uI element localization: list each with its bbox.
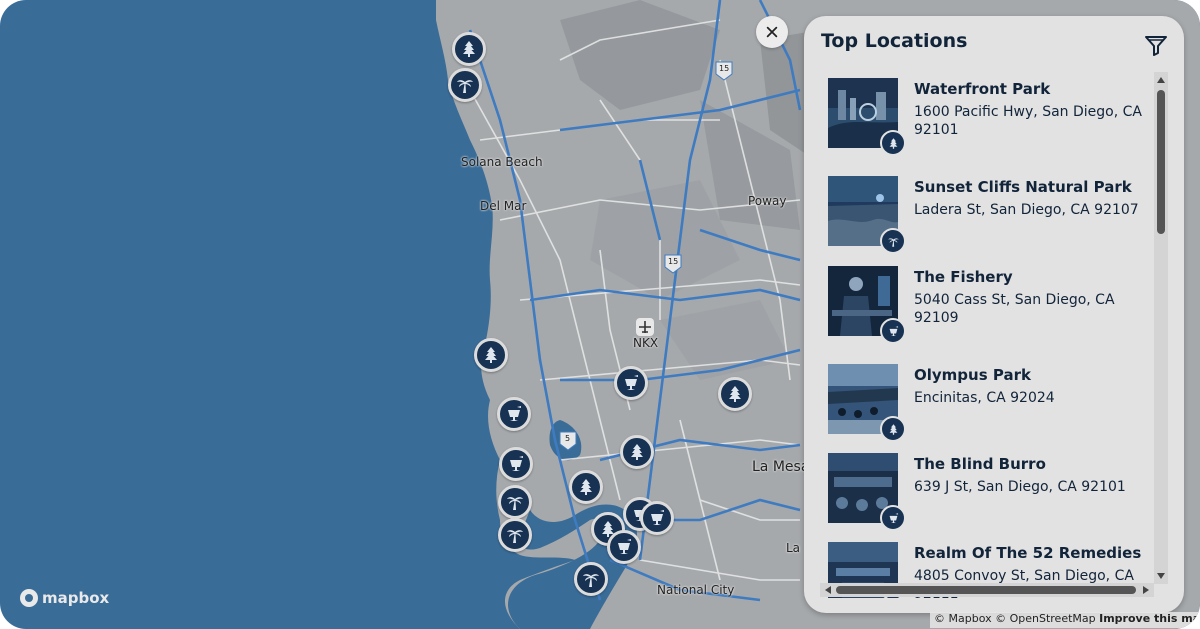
map-label-national-city: National City bbox=[657, 583, 735, 597]
scrollbar-thumb[interactable] bbox=[1157, 90, 1165, 234]
location-name: Waterfront Park bbox=[914, 80, 1051, 98]
location-name: The Blind Burro bbox=[914, 455, 1046, 473]
scrollbar-thumb[interactable] bbox=[836, 586, 1136, 594]
location-item[interactable]: Waterfront Park 1600 Pacific Hwy, San Di… bbox=[820, 74, 1150, 156]
vertical-scrollbar[interactable] bbox=[1154, 72, 1168, 584]
palm-icon bbox=[583, 574, 599, 587]
horizontal-scrollbar[interactable] bbox=[820, 583, 1154, 597]
panel-title: Top Locations bbox=[821, 30, 968, 52]
map-marker-palm[interactable] bbox=[574, 562, 608, 596]
tree-icon bbox=[463, 41, 475, 57]
map-label-la-mesa: La Mesa bbox=[752, 459, 810, 475]
mapbox-logo-icon bbox=[20, 589, 38, 607]
location-address: 639 J St, San Diego, CA 92101 bbox=[914, 479, 1126, 495]
cocktail-icon bbox=[618, 539, 631, 554]
map-marker-cocktail[interactable] bbox=[640, 501, 674, 535]
scroll-left-icon[interactable] bbox=[823, 585, 833, 595]
improve-map-link[interactable]: Improve this ma bbox=[1099, 612, 1200, 625]
map-frame[interactable]: Solana Beach Del Mar Poway NKX La Mesa L… bbox=[0, 0, 1200, 629]
attribution-osm-link[interactable]: © OpenStreetMap bbox=[995, 612, 1096, 625]
filter-button[interactable] bbox=[1143, 32, 1169, 58]
mapbox-logo[interactable]: mapbox bbox=[20, 589, 109, 607]
location-name: The Fishery bbox=[914, 268, 1013, 286]
top-locations-panel: Top Locations Waterfront Park 1600 Pacif… bbox=[804, 16, 1184, 613]
map-attribution: © Mapbox © OpenStreetMap Improve this ma bbox=[930, 612, 1200, 628]
map-label-solana-beach: Solana Beach bbox=[461, 155, 543, 169]
location-address: 5040 Cass St, San Diego, CA 92109 bbox=[914, 292, 1115, 326]
map-marker-tree[interactable] bbox=[620, 435, 654, 469]
palm-icon bbox=[457, 80, 473, 93]
palm-icon bbox=[507, 497, 523, 510]
category-badge bbox=[880, 416, 906, 442]
map-marker-palm[interactable] bbox=[448, 68, 482, 102]
location-name: Sunset Cliffs Natural Park bbox=[914, 178, 1132, 196]
tree-icon bbox=[729, 386, 741, 402]
scroll-up-icon[interactable] bbox=[1156, 75, 1166, 85]
highway-label-15a: 15 bbox=[719, 64, 730, 73]
tree-icon bbox=[889, 137, 897, 149]
cocktail-icon bbox=[889, 325, 898, 336]
location-address: Ladera St, San Diego, CA 92107 bbox=[914, 202, 1139, 218]
map-marker-palm[interactable] bbox=[498, 518, 532, 552]
category-badge bbox=[880, 505, 906, 531]
map-marker-cocktail[interactable] bbox=[497, 397, 531, 431]
cocktail-icon bbox=[651, 510, 664, 525]
map-marker-tree[interactable] bbox=[452, 32, 486, 66]
map-label-la: La bbox=[786, 541, 801, 555]
location-name: Olympus Park bbox=[914, 366, 1031, 384]
cocktail-icon bbox=[625, 375, 638, 390]
scroll-right-icon[interactable] bbox=[1141, 585, 1151, 595]
location-list[interactable]: Waterfront Park 1600 Pacific Hwy, San Di… bbox=[820, 74, 1154, 598]
location-item[interactable]: Sunset Cliffs Natural Park Ladera St, Sa… bbox=[820, 172, 1150, 254]
close-panel-button[interactable] bbox=[756, 16, 788, 48]
filter-icon bbox=[1145, 36, 1167, 56]
map-marker-tree[interactable] bbox=[474, 338, 508, 372]
tree-icon bbox=[889, 423, 897, 435]
map-label-del-mar: Del Mar bbox=[480, 199, 527, 213]
map-label-poway: Poway bbox=[748, 194, 787, 208]
tree-icon bbox=[631, 444, 643, 460]
category-badge bbox=[880, 130, 906, 156]
map-label-nkx: NKX bbox=[633, 336, 659, 350]
close-icon bbox=[766, 26, 778, 38]
tree-icon bbox=[580, 479, 592, 495]
attribution-mapbox-link[interactable]: © Mapbox bbox=[934, 612, 992, 625]
map-marker-palm[interactable] bbox=[498, 485, 532, 519]
map-marker-tree[interactable] bbox=[718, 377, 752, 411]
location-item[interactable]: The Fishery 5040 Cass St, San Diego, CA … bbox=[820, 262, 1150, 344]
tree-icon bbox=[485, 347, 497, 363]
location-address: 1600 Pacific Hwy, San Diego, CA 92101 bbox=[914, 104, 1142, 138]
category-badge bbox=[880, 318, 906, 344]
location-item[interactable]: Olympus Park Encinitas, CA 92024 bbox=[820, 360, 1150, 442]
cocktail-icon bbox=[510, 456, 523, 471]
map-marker-tree[interactable] bbox=[569, 470, 603, 504]
highway-label-5: 5 bbox=[565, 434, 571, 443]
cocktail-icon bbox=[889, 512, 898, 523]
location-address: Encinitas, CA 92024 bbox=[914, 390, 1055, 406]
palm-icon bbox=[507, 530, 523, 543]
location-item[interactable]: The Blind Burro 639 J St, San Diego, CA … bbox=[820, 449, 1150, 531]
location-name: Realm Of The 52 Remedies bbox=[914, 544, 1142, 562]
mapbox-logo-text: mapbox bbox=[42, 589, 110, 607]
map-marker-cocktail[interactable] bbox=[607, 530, 641, 564]
palm-icon bbox=[887, 237, 899, 247]
map-marker-cocktail[interactable] bbox=[614, 366, 648, 400]
airport-icon bbox=[636, 318, 654, 336]
map-marker-cocktail[interactable] bbox=[499, 447, 533, 481]
cocktail-icon bbox=[508, 406, 521, 421]
category-badge bbox=[880, 228, 906, 254]
scroll-down-icon[interactable] bbox=[1156, 571, 1166, 581]
highway-label-15b: 15 bbox=[668, 257, 679, 266]
